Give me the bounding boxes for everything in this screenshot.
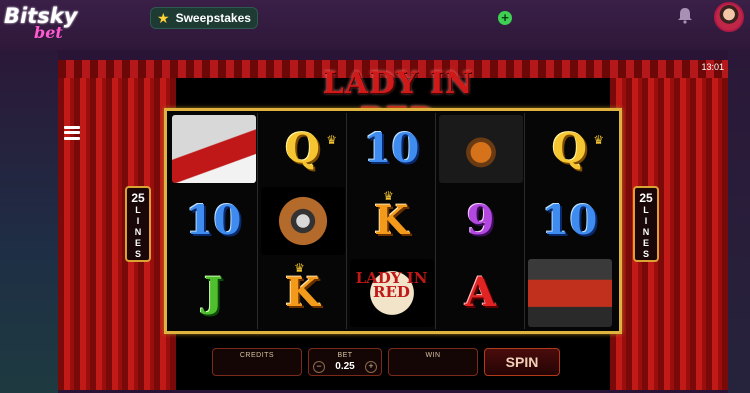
crown-icon: ♛ [593, 133, 604, 147]
lines-number: 25 [639, 191, 653, 205]
lines-word: LINES [642, 205, 650, 259]
king: K ♛ [258, 257, 347, 329]
queen: Q ♛ [258, 113, 347, 185]
menu-icon[interactable] [60, 122, 84, 144]
bet-increase-button[interactable]: + [365, 361, 377, 373]
ace: A [436, 257, 525, 329]
ten: 10 [169, 185, 258, 257]
roses-symbol [169, 113, 258, 185]
sweepstakes-button[interactable]: ★ Sweepstakes [150, 7, 258, 29]
camera-symbol [258, 185, 347, 257]
lady-singer-symbol [525, 257, 614, 329]
lines-number: 25 [131, 191, 145, 205]
crown-icon: ♛ [326, 133, 337, 147]
bitsky-logo[interactable]: Bitsky bet [4, 4, 94, 44]
ten: 10 [525, 185, 614, 257]
jack: J [169, 257, 258, 329]
curtain-right [610, 60, 728, 390]
win-label: WIN [425, 352, 441, 359]
king-label: K [374, 197, 409, 244]
credits-label: CREDITS [239, 352, 275, 359]
whisky-symbol-image [438, 115, 523, 183]
reel: Q ♛ 10 [525, 113, 614, 329]
top-bar: Bitsky bet ★ Sweepstakes + [0, 0, 750, 50]
crown-icon: ♛ [294, 261, 305, 275]
avatar[interactable] [714, 2, 744, 32]
win-display: WIN [388, 348, 478, 376]
nine: 9 [436, 185, 525, 257]
add-funds-button[interactable]: + [498, 11, 512, 25]
sweepstakes-label: Sweepstakes [175, 11, 251, 25]
lines-word: LINES [134, 205, 142, 259]
bell-icon[interactable] [676, 6, 694, 24]
reel: 10 K ♛ LADY IN RED [347, 113, 436, 329]
spin-button[interactable]: SPIN [484, 348, 560, 376]
lines-indicator-left: 25 LINES [125, 186, 151, 262]
lines-indicator-right: 25 LINES [633, 186, 659, 262]
bet-display: BET 0.25 − + [308, 348, 382, 376]
background-left [0, 50, 58, 393]
reel: Q ♛ K ♛ [258, 113, 347, 329]
ten: 10 [347, 113, 436, 185]
bet-decrease-button[interactable]: − [313, 361, 325, 373]
slot-game: LADY IN RED 13:01 25 LINES 25 LINES 10 J Q… [58, 60, 728, 390]
reels: 10 J Q ♛ K ♛ 10 K ♛ LADY IN RED 9 A Q ♛ 10 [169, 113, 617, 329]
jack-label: J [204, 269, 223, 316]
ace-label: A [464, 269, 497, 316]
star-icon: ★ [157, 9, 170, 26]
queen: Q ♛ [525, 113, 614, 185]
ten-label: 10 [185, 197, 242, 244]
logo-sub-text: bet [34, 23, 63, 42]
bet-label: BET [337, 352, 353, 359]
clock: 13:01 [701, 62, 724, 72]
king: K ♛ [347, 185, 436, 257]
whisky-symbol [436, 113, 525, 185]
camera-symbol-image [260, 187, 345, 255]
lady-singer-symbol-image [527, 259, 612, 327]
reel: 10 J [169, 113, 258, 329]
ten-label: 10 [541, 197, 598, 244]
queen-label: Q [552, 125, 587, 172]
credits-display: CREDITS [212, 348, 302, 376]
roses-symbol-image [171, 115, 256, 183]
curtain-left [58, 60, 176, 390]
crown-icon: ♛ [383, 189, 394, 203]
control-bar: CREDITS BET 0.25 − + WIN SPIN [212, 348, 622, 378]
reel-frame: 10 J Q ♛ K ♛ 10 K ♛ LADY IN RED 9 A Q ♛ 10 [164, 108, 622, 334]
king-label: K [285, 269, 320, 316]
reel: 9A [436, 113, 525, 329]
nine-label: 9 [466, 197, 495, 244]
queen-label: Q [285, 125, 320, 172]
ten-label: 10 [363, 125, 420, 172]
background-right [728, 50, 750, 393]
lady-in-red-logo-image: LADY IN RED [349, 259, 434, 327]
lady-in-red-logo: LADY IN RED [347, 257, 436, 329]
